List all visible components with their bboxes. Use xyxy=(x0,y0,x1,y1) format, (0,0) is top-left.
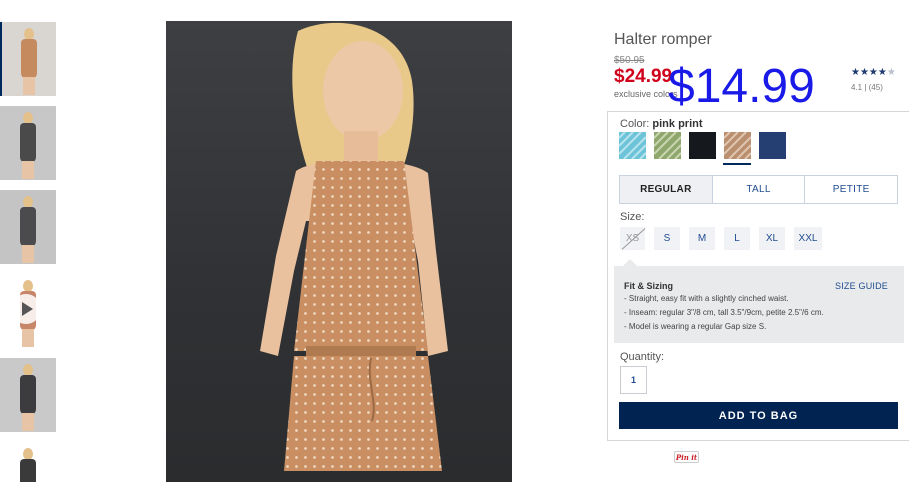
color-label: Color: pink print xyxy=(620,118,703,130)
size-label-text: XL xyxy=(765,233,779,244)
rating-stars[interactable]: ★★★★★ xyxy=(851,67,896,78)
fit-detail-line: - Inseam: regular 3"/8 cm, tall 3.5"/9cm… xyxy=(624,308,824,317)
star-icon-empty: ★ xyxy=(886,67,896,78)
thumb-romper xyxy=(20,375,36,415)
swatch-pink-print[interactable] xyxy=(723,131,752,160)
swatch-pattern xyxy=(618,131,647,160)
thumb-legs xyxy=(22,329,34,347)
product-title: Halter romper xyxy=(614,31,712,48)
thumb-romper xyxy=(21,39,37,79)
thumb-legs xyxy=(22,245,34,263)
sale-price: $24.99 xyxy=(614,66,673,87)
fit-detail-line: - Straight, easy fit with a slightly cin… xyxy=(624,294,789,303)
thumb-legs xyxy=(22,161,34,179)
quantity-input[interactable]: 1 xyxy=(620,366,647,394)
thumb-romper xyxy=(20,207,36,247)
size-label-text: L xyxy=(734,233,740,244)
size-option-l[interactable]: L xyxy=(724,227,750,250)
thumbnail-front[interactable] xyxy=(0,22,56,96)
original-price: $50.95 xyxy=(614,55,645,66)
size-option-s[interactable]: S xyxy=(654,227,680,250)
size-label-text: S xyxy=(663,233,671,244)
thumbnail-detail[interactable] xyxy=(0,442,56,482)
swatch-black[interactable] xyxy=(689,132,716,159)
rating-summary[interactable]: 4.1 | (45) xyxy=(851,83,883,92)
fit-sizing-box xyxy=(614,266,904,343)
size-label: Size: xyxy=(620,211,645,223)
size-option-xs[interactable]: XS xyxy=(620,227,645,250)
thumb-romper xyxy=(20,459,36,482)
thumb-romper xyxy=(20,123,36,163)
thumb-legs xyxy=(23,77,35,95)
size-option-xl[interactable]: XL xyxy=(759,227,785,250)
tab-tall[interactable]: TALL xyxy=(711,176,805,203)
thumbnail-back[interactable] xyxy=(0,106,56,180)
model-illustration xyxy=(260,22,448,471)
swatch-light-blue[interactable] xyxy=(618,131,647,160)
size-label-text: XXL xyxy=(798,233,818,244)
product-main-image[interactable] xyxy=(166,21,512,482)
size-option-m[interactable]: M xyxy=(689,227,715,250)
tab-regular[interactable]: REGULAR xyxy=(620,176,712,203)
selected-swatch-indicator xyxy=(723,163,751,165)
fit-type-tabs: REGULAR TALL PETITE xyxy=(619,175,898,204)
fit-detail-line: - Model is wearing a regular Gap size S. xyxy=(624,322,767,331)
pinterest-pin-button[interactable]: Pin it xyxy=(674,451,699,463)
selected-color-name: pink print xyxy=(652,118,703,130)
swatch-navy[interactable] xyxy=(759,132,786,159)
size-option-xxl[interactable]: XXL xyxy=(794,227,822,250)
thumbnail-video[interactable] xyxy=(0,274,56,348)
swatch-pattern xyxy=(723,131,752,160)
add-to-bag-button[interactable]: ADD TO BAG xyxy=(619,402,898,429)
thumb-legs xyxy=(22,413,34,431)
swatch-green[interactable] xyxy=(653,131,682,160)
size-guide-link[interactable]: SIZE GUIDE xyxy=(835,281,888,291)
thumbnail-dark[interactable] xyxy=(0,358,56,432)
promo-price-overlay: $14.99 xyxy=(668,60,815,113)
star-icons-filled: ★★★★ xyxy=(851,67,887,78)
fit-sizing-title: Fit & Sizing xyxy=(624,281,673,291)
color-label-text: Color: xyxy=(620,118,650,130)
tab-petite[interactable]: PETITE xyxy=(804,176,897,203)
thumbnail-side[interactable] xyxy=(0,190,56,264)
quantity-label: Quantity: xyxy=(620,351,665,363)
size-label-text: M xyxy=(697,233,707,244)
swatch-pattern xyxy=(653,131,682,160)
play-icon[interactable] xyxy=(11,294,41,324)
